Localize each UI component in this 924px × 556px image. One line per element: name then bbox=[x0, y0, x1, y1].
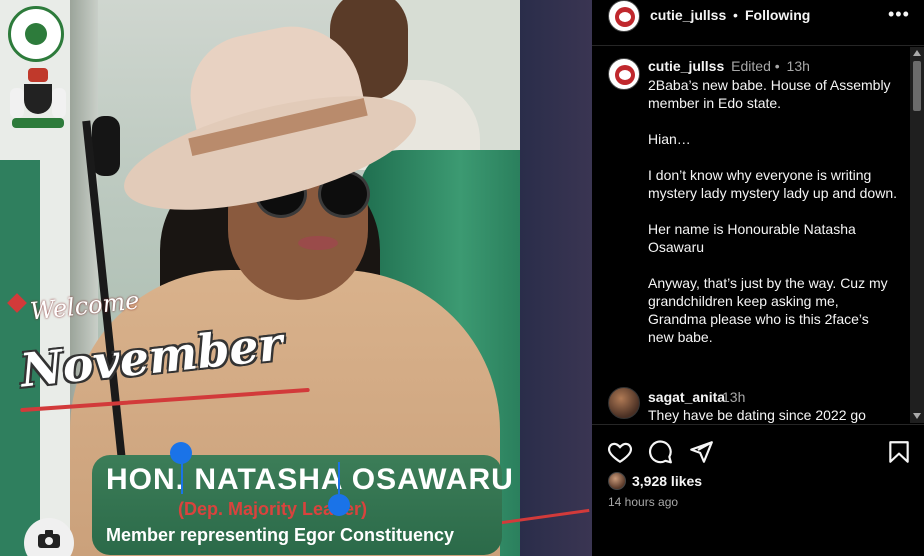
microphone-head bbox=[92, 116, 120, 176]
coat-of-arms-logo bbox=[8, 68, 68, 132]
commenter-username[interactable]: sagat_anita bbox=[648, 389, 725, 405]
post-timestamp[interactable]: 14 hours ago bbox=[608, 495, 678, 509]
comment-time[interactable]: 13h bbox=[722, 389, 745, 405]
commenter-avatar[interactable] bbox=[608, 387, 640, 419]
woman-lips bbox=[298, 236, 338, 250]
caption-meta: cutie_jullss Edited • 13h bbox=[648, 58, 810, 74]
caption-text: 2Baba’s new babe. House of Assembly memb… bbox=[648, 77, 897, 345]
selection-caret-start bbox=[181, 462, 183, 494]
action-bar bbox=[592, 424, 924, 474]
post-header: cutie_jullss • Following ••• bbox=[592, 0, 924, 46]
header-separator: • bbox=[733, 7, 738, 23]
liker-avatar bbox=[608, 472, 626, 490]
author-username[interactable]: cutie_jullss bbox=[650, 7, 726, 23]
bookmark-icon[interactable] bbox=[886, 439, 912, 465]
selection-handle-end[interactable] bbox=[328, 494, 350, 516]
caption-time[interactable]: 13h bbox=[787, 58, 810, 74]
scroll-thumb[interactable] bbox=[913, 61, 921, 111]
post-panel: cutie_jullss • Following ••• cutie_julls… bbox=[592, 0, 924, 556]
more-horizontal-icon[interactable]: ••• bbox=[888, 4, 910, 25]
caption-username[interactable]: cutie_jullss bbox=[648, 58, 724, 74]
name-banner: HON. NATASHA OSAWARU (Dep. Majority Lead… bbox=[92, 455, 513, 555]
banner-member: Member representing Egor Constituency bbox=[106, 525, 455, 545]
assembly-crest-logo bbox=[8, 6, 64, 62]
follow-status-button[interactable]: Following bbox=[745, 7, 810, 23]
post-image[interactable]: Welcome November HON. NATASHA OSAWARU (D… bbox=[0, 0, 592, 556]
caption-edited-label: Edited • bbox=[731, 58, 780, 74]
scroll-down-arrow-icon[interactable] bbox=[913, 413, 921, 419]
caption-avatar[interactable] bbox=[608, 58, 640, 90]
banner-name: HON. NATASHA OSAWARU bbox=[106, 463, 514, 496]
share-icon[interactable] bbox=[688, 439, 714, 465]
comments-list[interactable]: cutie_jullss Edited • 13h 2Baba’s new ba… bbox=[592, 47, 910, 423]
likes-count[interactable]: 3,928 likes bbox=[632, 473, 702, 489]
camera-icon bbox=[38, 530, 60, 548]
suited-person-right bbox=[520, 0, 592, 556]
heart-icon[interactable] bbox=[607, 439, 633, 465]
selection-handle-start[interactable] bbox=[170, 442, 192, 464]
comment-icon[interactable] bbox=[647, 439, 673, 465]
author-avatar[interactable] bbox=[608, 0, 640, 32]
comments-scrollbar[interactable] bbox=[910, 47, 924, 423]
selection-caret-end bbox=[338, 462, 340, 494]
comment-text: They have be dating since 2022 go bbox=[648, 407, 866, 423]
scroll-up-arrow-icon[interactable] bbox=[913, 50, 921, 56]
